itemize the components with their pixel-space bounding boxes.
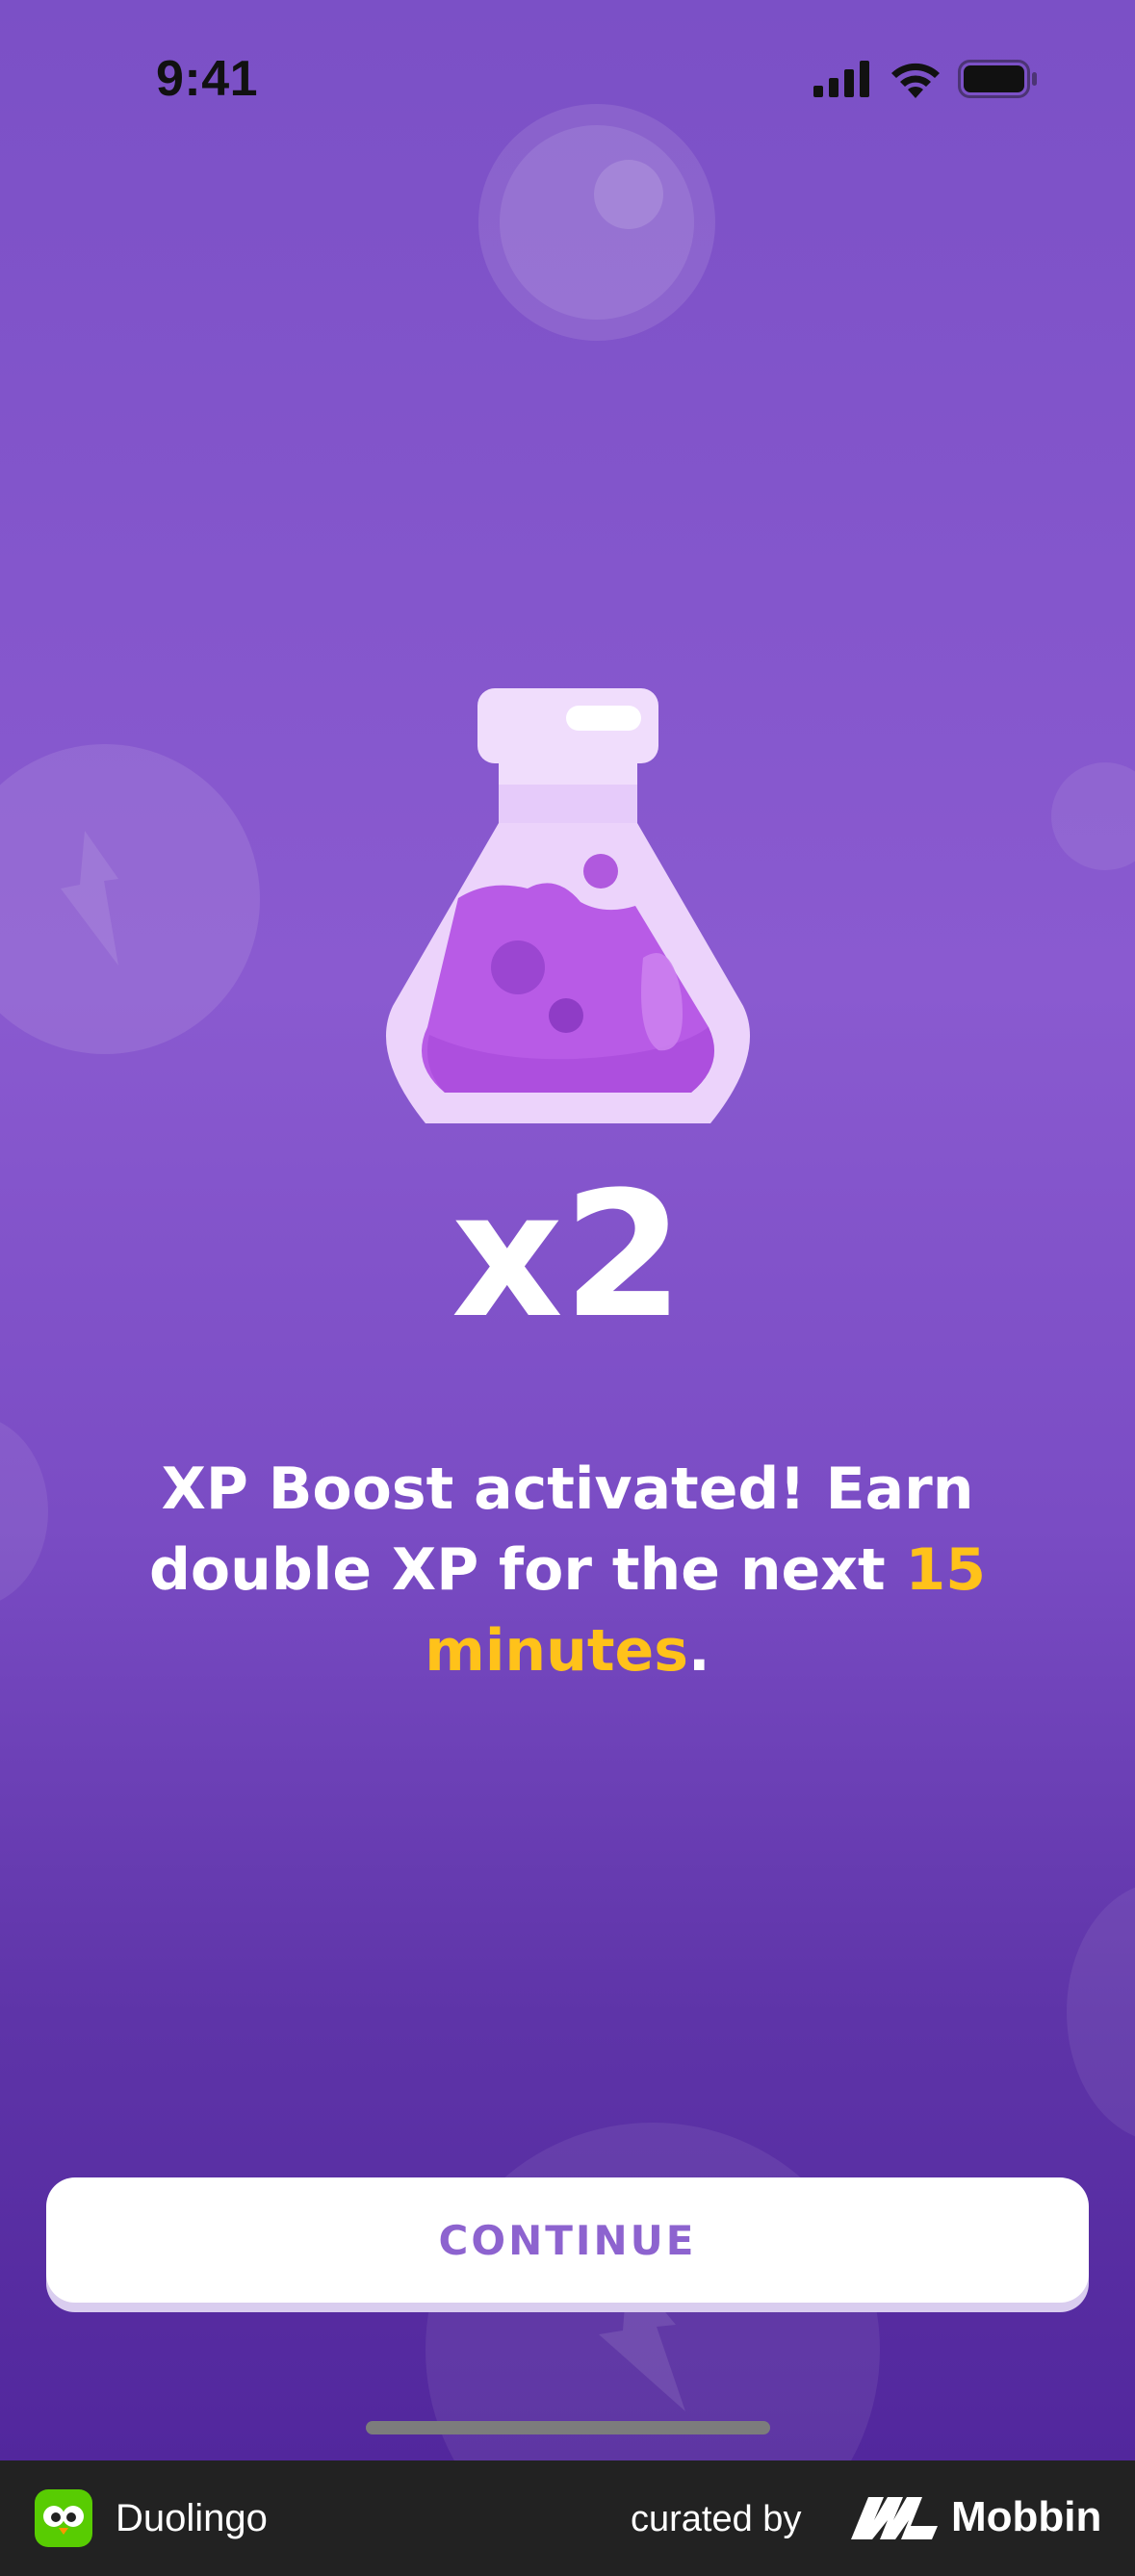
footer-app-name: Duolingo	[116, 2497, 268, 2539]
continue-button[interactable]: CONTINUE	[46, 2177, 1089, 2303]
potion-flask-icon	[383, 688, 752, 1126]
xp-boost-screen: 9:41 x2 XP Boost activated! Earn double …	[0, 0, 1135, 2460]
boost-message-end: .	[687, 1617, 710, 1685]
battery-icon	[958, 60, 1037, 98]
attribution-footer: Duolingo curated by Mobbin	[0, 2460, 1135, 2576]
boost-multiplier: x2	[451, 1155, 684, 1356]
background-bubble	[1051, 762, 1135, 870]
cellular-signal-icon	[813, 61, 869, 97]
mobbin-logo-icon	[851, 2497, 938, 2539]
status-icons	[813, 60, 1039, 98]
footer-brand: Mobbin	[951, 2493, 1102, 2540]
status-time: 9:41	[156, 51, 259, 107]
boost-message: XP Boost activated! Earn double XP for t…	[58, 1449, 1077, 1691]
background-bubble	[0, 1415, 48, 1608]
status-bar: 9:41	[0, 0, 1135, 164]
wifi-icon	[891, 63, 940, 98]
boost-message-text: XP Boost activated! Earn double XP for t…	[148, 1455, 974, 1604]
footer-curated-by: curated by	[631, 2499, 802, 2539]
background-bubble	[0, 744, 260, 1054]
duolingo-app-icon	[35, 2489, 92, 2547]
home-indicator	[366, 2421, 770, 2434]
background-bubble	[1067, 1882, 1135, 2142]
